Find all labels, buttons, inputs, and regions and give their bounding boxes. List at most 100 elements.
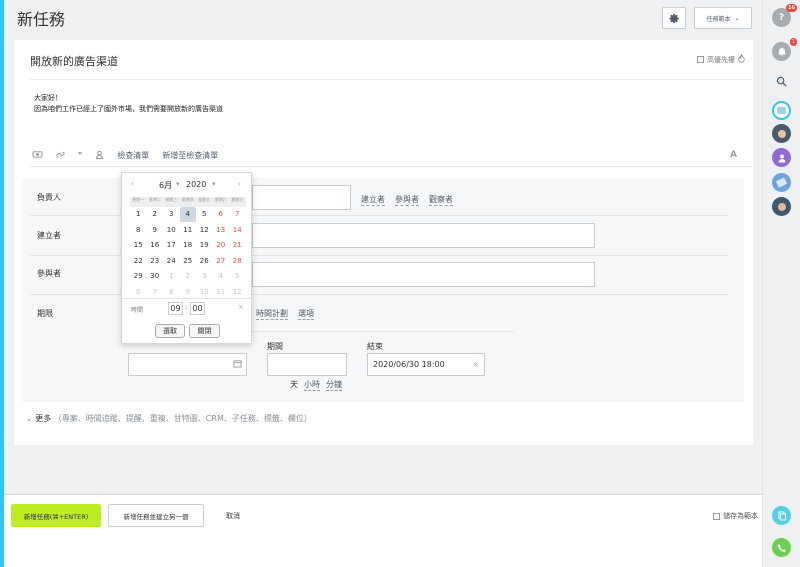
calendar-month[interactable]: 6月	[159, 180, 172, 191]
close-calendar-button[interactable]: 關閉	[189, 324, 220, 338]
settings-button[interactable]	[662, 7, 686, 29]
calendar-day-today[interactable]: 4	[179, 207, 196, 223]
priority-checkbox[interactable]	[697, 56, 704, 63]
calendar-day[interactable]: 27	[213, 254, 230, 269]
calendar-day[interactable]: 2	[147, 207, 164, 222]
calendar-day[interactable]: 25	[180, 254, 197, 269]
save-template-checkbox[interactable]	[713, 512, 720, 520]
calendar-day-other-month[interactable]: 5	[229, 269, 246, 284]
calendar-day-other-month[interactable]: 4	[213, 269, 230, 284]
calendar-day-other-month[interactable]: 2	[180, 269, 197, 284]
more-label: 更多	[35, 414, 52, 423]
calendar-day[interactable]: 19	[196, 238, 213, 253]
participants-label: 參與者	[37, 269, 61, 278]
calendar-day[interactable]: 10	[163, 223, 180, 238]
calendar-day[interactable]: 21	[229, 238, 246, 253]
clear-icon[interactable]: ×	[472, 360, 479, 369]
link-participants[interactable]: 參與者	[395, 194, 419, 206]
clear-time-icon[interactable]: ×	[238, 303, 244, 311]
task-title-input[interactable]: 開放新的廣告渠道	[30, 53, 118, 69]
notifications-button[interactable]: 1	[772, 38, 797, 61]
year-dropdown-icon[interactable]: ▾	[212, 180, 216, 188]
calendar-day[interactable]: 12	[196, 223, 213, 238]
unit-days[interactable]: 天	[290, 379, 298, 391]
link-time-plan[interactable]: 時間計劃	[256, 308, 288, 320]
calendar-day[interactable]: 15	[130, 238, 147, 253]
end-date-input[interactable]: 2020/06/30 18:00 ×	[367, 353, 485, 376]
calendar-day[interactable]: 24	[163, 254, 180, 269]
start-date-input[interactable]	[128, 353, 247, 376]
contact-avatar[interactable]	[772, 124, 791, 143]
contact-avatar[interactable]	[772, 173, 791, 192]
calendar-day[interactable]: 16	[147, 238, 164, 253]
calendar-day[interactable]: 6	[213, 207, 230, 222]
text-format-icon[interactable]: A	[730, 150, 737, 160]
calendar-day[interactable]: 8	[130, 223, 147, 238]
calendar-day[interactable]: 22	[130, 254, 147, 269]
quote-icon[interactable]: ❞	[78, 151, 82, 160]
calendar-day-other-month[interactable]: 1	[163, 269, 180, 284]
calendar-day[interactable]: 7	[229, 207, 246, 222]
participants-input[interactable]	[252, 262, 595, 287]
next-month-icon[interactable]: ›	[238, 180, 241, 188]
high-priority-toggle[interactable]: 高優先權	[697, 53, 745, 65]
more-options[interactable]: ⌄ 更多 （專案、時間追蹤、提醒、重複、甘特圖、CRM、子任務、標籤、欄位）	[26, 413, 312, 424]
contact-avatar[interactable]	[772, 197, 791, 216]
calendar-day[interactable]: 26	[196, 254, 213, 269]
open-lines-button[interactable]	[772, 506, 791, 525]
add-and-create-another-button[interactable]: 新增任務並建立另一個	[108, 504, 204, 527]
calendar-year[interactable]: 2020	[186, 180, 206, 189]
responsible-input[interactable]	[252, 185, 351, 210]
calendar-day[interactable]: 3	[163, 207, 180, 222]
unit-hours[interactable]: 小時	[304, 379, 320, 391]
user-mention-icon[interactable]	[95, 150, 104, 161]
calendar-day[interactable]: 29	[130, 269, 147, 284]
duration-input[interactable]	[267, 353, 347, 376]
creator-input[interactable]	[252, 223, 595, 248]
calendar-day[interactable]: 1	[130, 207, 147, 222]
calendar-day[interactable]: 18	[180, 238, 197, 253]
select-date-button[interactable]: 選取	[155, 324, 185, 338]
calendar-day[interactable]: 5	[196, 207, 213, 222]
calendar-day[interactable]: 9	[147, 223, 164, 238]
hour-input[interactable]: 09	[168, 302, 183, 315]
prev-month-icon[interactable]: ‹	[131, 180, 134, 188]
calendar-day[interactable]: 14	[229, 223, 246, 238]
task-template-button[interactable]: 任務範本 ⌄	[694, 7, 752, 29]
link-icon[interactable]	[56, 150, 65, 161]
save-as-template-toggle[interactable]: 儲存為範本	[713, 511, 758, 521]
unit-minutes[interactable]: 分鐘	[326, 379, 342, 391]
calendar-day[interactable]: 23	[147, 254, 164, 269]
calendar-day[interactable]: 11	[180, 223, 197, 238]
calendar-day[interactable]: 28	[229, 254, 246, 269]
help-badge: 16	[786, 4, 797, 12]
calendar-day[interactable]: 17	[163, 238, 180, 253]
user-photo-icon	[777, 129, 786, 138]
cancel-button[interactable]: 取消	[226, 511, 240, 521]
time-picker: 時間 09 : 00 ×	[122, 298, 253, 315]
end-date-value: 2020/06/30 18:00	[373, 360, 445, 369]
call-button[interactable]	[772, 538, 791, 557]
video-icon[interactable]	[32, 150, 43, 161]
checklist-button[interactable]: 檢查清單	[117, 150, 149, 161]
contact-avatar[interactable]	[772, 148, 791, 167]
link-options[interactable]: 選項	[298, 308, 314, 320]
calendar-icon[interactable]	[233, 359, 242, 370]
search-button[interactable]	[772, 72, 791, 91]
flame-icon	[738, 53, 745, 65]
add-to-checklist-button[interactable]: 新增至檢查清單	[162, 150, 218, 161]
link-creator[interactable]: 建立者	[361, 194, 385, 206]
task-description[interactable]: 大家好！ 因為咱們工作已經上了國外市場，我們需要開放新的廣告渠道	[34, 93, 223, 115]
calendar-day[interactable]: 13	[213, 223, 230, 238]
end-label: 結束	[367, 342, 383, 351]
month-dropdown-icon[interactable]: ▾	[176, 180, 180, 188]
chat-group-avatar[interactable]	[772, 101, 791, 120]
help-button[interactable]: ? 16	[772, 4, 797, 27]
calendar-day[interactable]: 20	[213, 238, 230, 253]
add-task-button[interactable]: 新增任務(⌘+ENTER)	[11, 504, 101, 527]
minute-input[interactable]: 00	[190, 302, 205, 315]
role-links: 建立者 參與者 觀察者	[361, 194, 453, 206]
link-observers[interactable]: 觀察者	[429, 194, 453, 206]
calendar-day[interactable]: 30	[147, 269, 164, 284]
calendar-day-other-month[interactable]: 3	[196, 269, 213, 284]
